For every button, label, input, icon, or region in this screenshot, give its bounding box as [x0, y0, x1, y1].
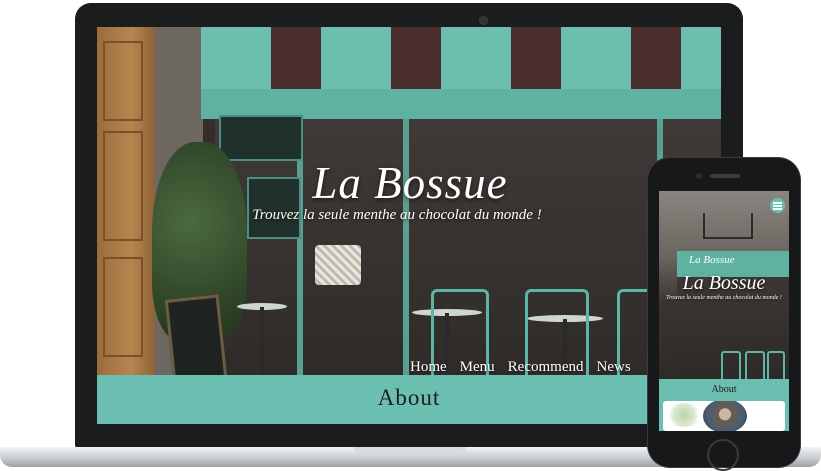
chalkboard-menu [219, 115, 303, 161]
nav-menu[interactable]: Menu [460, 359, 495, 375]
laptop-notch [354, 447, 466, 455]
cafe-chair [745, 351, 765, 381]
hamburger-icon[interactable] [770, 198, 785, 213]
about-card [663, 401, 785, 431]
awning-sign: La Bossue [689, 254, 735, 266]
balcony-railing [703, 213, 753, 239]
nav-recommend[interactable]: Recommend [508, 359, 584, 375]
door-panel [103, 41, 143, 121]
site-tagline: Trouvez la seule menthe au chocolat du m… [252, 207, 542, 223]
nav-news[interactable]: News [597, 359, 631, 375]
mobile-about-heading: About [711, 384, 737, 395]
phone-device: La Bossue La Bossue Trouvez la seule men… [648, 158, 800, 471]
site-title: La Bossue [312, 158, 508, 208]
mobile-site-title: La Bossue [682, 272, 766, 294]
coffee-image [703, 401, 747, 431]
wooden-door [97, 27, 155, 375]
home-button[interactable] [707, 439, 739, 471]
main-nav: Home Menu Recommend News [410, 359, 644, 375]
door-panel [103, 257, 143, 357]
phone-camera [696, 173, 702, 179]
mobile-site-tagline: Trouvez la seule menthe au chocolat du m… [666, 295, 782, 301]
laptop-screen: La Bossue Trouvez la seule menthe au cho… [97, 27, 721, 424]
leaf-decoration [666, 403, 702, 427]
laptop-camera [480, 17, 487, 24]
awning-stripes [201, 27, 721, 89]
hero-image: La Bossue Trouvez la seule menthe au cho… [97, 27, 721, 375]
door-panel [103, 131, 143, 241]
hanging-basket [315, 245, 361, 285]
sidewalk-chalkboard [164, 294, 228, 375]
table-leg [260, 307, 264, 375]
laptop-device: La Bossue Trouvez la seule menthe au cho… [75, 3, 743, 449]
nav-home[interactable]: Home [410, 359, 447, 375]
about-heading: About [377, 385, 441, 410]
cafe-chair [767, 351, 785, 381]
phone-screen: La Bossue La Bossue Trouvez la seule men… [659, 191, 789, 431]
striped-awning [201, 27, 721, 119]
cafe-chair [721, 351, 741, 381]
phone-speaker [710, 174, 740, 178]
